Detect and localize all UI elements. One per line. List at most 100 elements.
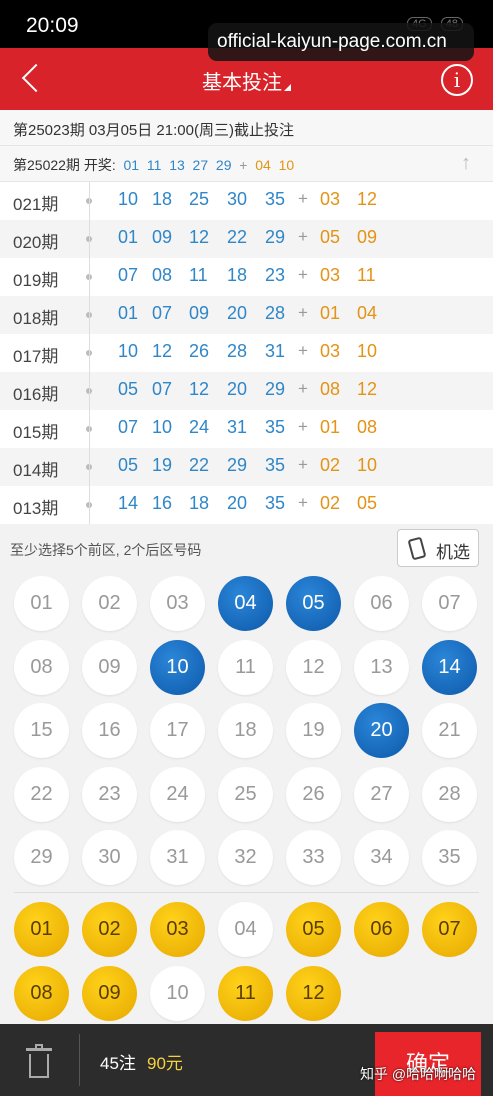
collapse-arrow-icon[interactable]: ↑	[461, 152, 471, 175]
history-back-number: 10	[357, 455, 378, 475]
history-row: 020期 01 09 12 22 29 +05 09	[0, 220, 493, 258]
back-ball-06[interactable]: 06	[354, 902, 409, 957]
back-ball-08[interactable]: 08	[14, 965, 69, 1021]
history-front-number: 07	[152, 379, 173, 399]
back-ball-11[interactable]: 11	[218, 965, 273, 1021]
random-pick-button[interactable]: 机选	[397, 529, 479, 567]
history-front-number: 35	[265, 189, 286, 209]
previous-back-number: 10	[278, 157, 295, 173]
front-ball-06[interactable]: 06	[354, 576, 409, 631]
history-front-number: 20	[227, 303, 248, 323]
front-ball-14[interactable]: 14	[422, 639, 477, 695]
history-issue: 015期	[13, 423, 59, 442]
clear-trash-icon[interactable]	[26, 1044, 52, 1080]
back-ball-09[interactable]: 09	[82, 965, 137, 1021]
history-front-number: 05	[118, 455, 139, 475]
history-front-number: 10	[118, 189, 139, 209]
front-ball-11[interactable]: 11	[218, 639, 273, 695]
back-ball-05[interactable]: 05	[286, 902, 341, 957]
history-front-number: 35	[265, 455, 286, 475]
dropdown-caret-icon	[284, 84, 291, 91]
front-ball-29[interactable]: 29	[14, 830, 69, 885]
front-ball-32[interactable]: 32	[218, 830, 273, 885]
front-ball-01[interactable]: 01	[14, 576, 69, 631]
history-front-number: 31	[265, 341, 286, 361]
front-ball-09[interactable]: 09	[82, 639, 137, 695]
front-ball-27[interactable]: 27	[354, 766, 409, 822]
front-ball-16[interactable]: 16	[82, 703, 137, 758]
front-ball-21[interactable]: 21	[422, 703, 477, 758]
front-ball-34[interactable]: 34	[354, 830, 409, 885]
history-front-number: 31	[227, 417, 248, 437]
history-issue: 020期	[13, 233, 59, 252]
front-ball-13[interactable]: 13	[354, 639, 409, 695]
plus-sign: +	[298, 341, 308, 360]
history-list: 021期 10 18 25 30 35 +03 12 020期 01 09 12 22 29 +05 09 01…	[0, 182, 493, 524]
back-ball-04[interactable]: 04	[218, 902, 273, 957]
history-issue: 016期	[13, 385, 59, 404]
selection-hint: 至少选择5个前区, 2个后区号码	[10, 542, 202, 558]
front-ball-07[interactable]: 07	[422, 576, 477, 631]
front-ball-17[interactable]: 17	[150, 703, 205, 758]
current-issue-info: 第25023期 03月05日 21:00(周三)截止投注	[0, 110, 493, 146]
history-issue: 014期	[13, 461, 59, 480]
front-ball-18[interactable]: 18	[218, 703, 273, 758]
history-back-number: 02	[320, 455, 341, 475]
history-row: 019期 07 08 11 18 23 +03 11	[0, 258, 493, 296]
plus-sign: +	[298, 265, 308, 284]
history-front-number: 18	[152, 189, 173, 209]
front-ball-05[interactable]: 05	[286, 576, 341, 631]
previous-front-number: 27	[192, 157, 209, 173]
front-ball-15[interactable]: 15	[14, 703, 69, 758]
back-ball-07[interactable]: 07	[422, 902, 477, 957]
previous-draw-result[interactable]: 第25022期 开奖: 01 11 13 27 29 + 04 10 ↑	[0, 146, 493, 182]
history-front-number: 11	[189, 265, 208, 285]
front-ball-03[interactable]: 03	[150, 576, 205, 631]
front-ball-35[interactable]: 35	[422, 830, 477, 885]
info-button[interactable]: i	[441, 64, 473, 96]
previous-front-number: 13	[169, 157, 185, 173]
previous-draw-label: 第25022期 开奖:	[13, 157, 116, 173]
front-ball-10[interactable]: 10	[150, 639, 205, 695]
plus-sign: +	[239, 157, 248, 173]
front-ball-24[interactable]: 24	[150, 766, 205, 822]
history-back-number: 03	[320, 189, 341, 209]
back-ball-01[interactable]: 01	[14, 902, 69, 957]
history-front-number: 28	[265, 303, 286, 323]
plus-sign: +	[298, 303, 308, 322]
plus-sign: +	[298, 455, 308, 474]
front-ball-31[interactable]: 31	[150, 830, 205, 885]
front-ball-08[interactable]: 08	[14, 639, 69, 695]
url-watermark: official-kaiyun-page.com.cn	[208, 23, 474, 61]
front-ball-28[interactable]: 28	[422, 766, 477, 822]
front-ball-22[interactable]: 22	[14, 766, 69, 822]
back-ball-02[interactable]: 02	[82, 902, 137, 957]
history-back-number: 01	[320, 417, 341, 437]
history-back-number: 12	[357, 379, 378, 399]
back-ball-10[interactable]: 10	[150, 965, 205, 1021]
front-ball-20[interactable]: 20	[354, 703, 409, 758]
history-front-number: 05	[118, 379, 139, 399]
bottom-divider	[79, 1034, 80, 1086]
front-ball-30[interactable]: 30	[82, 830, 137, 885]
previous-front-number: 01	[123, 157, 140, 173]
history-back-number: 08	[357, 417, 378, 437]
front-ball-23[interactable]: 23	[82, 766, 137, 822]
history-front-number: 12	[152, 341, 173, 361]
front-ball-33[interactable]: 33	[286, 830, 341, 885]
front-ball-02[interactable]: 02	[82, 576, 137, 631]
front-ball-19[interactable]: 19	[286, 703, 341, 758]
front-ball-12[interactable]: 12	[286, 639, 341, 695]
back-ball-03[interactable]: 03	[150, 902, 205, 957]
front-ball-25[interactable]: 25	[218, 766, 273, 822]
back-ball-12[interactable]: 12	[286, 965, 341, 1021]
front-ball-04[interactable]: 04	[218, 576, 273, 631]
front-ball-26[interactable]: 26	[286, 766, 341, 822]
history-row: 014期 05 19 22 29 35 +02 10	[0, 448, 493, 486]
history-front-number: 25	[189, 189, 210, 209]
history-front-number: 18	[189, 493, 210, 513]
page-title[interactable]: 基本投注	[0, 66, 493, 95]
bet-count: 45注	[100, 1054, 136, 1073]
shake-phone-icon	[407, 536, 427, 561]
history-row: 015期 07 10 24 31 35 +01 08	[0, 410, 493, 448]
